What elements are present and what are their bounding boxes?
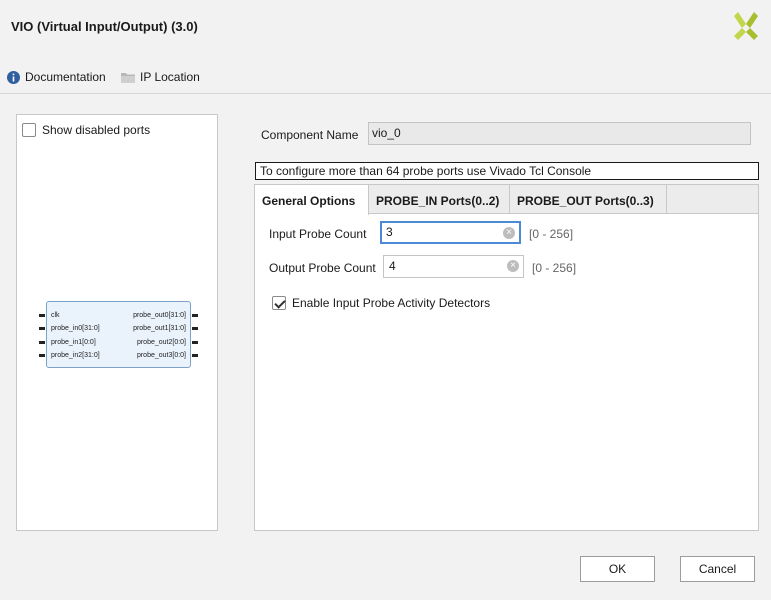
input-probe-count-field[interactable]: 3 × bbox=[380, 221, 521, 244]
port-pin bbox=[39, 327, 45, 330]
input-port-clk: clk bbox=[51, 312, 60, 319]
port-pin bbox=[39, 341, 45, 344]
show-disabled-ports-option[interactable]: Show disabled ports bbox=[22, 123, 150, 137]
tab-container: General Options PROBE_IN Ports(0..2) PRO… bbox=[254, 184, 759, 531]
enable-activity-detectors-label: Enable Input Probe Activity Detectors bbox=[292, 296, 491, 310]
ip-location-label: IP Location bbox=[140, 70, 200, 84]
input-probe-count-label: Input Probe Count bbox=[269, 227, 367, 241]
port-pin bbox=[192, 314, 198, 317]
show-disabled-ports-checkbox[interactable] bbox=[22, 123, 36, 137]
port-pin bbox=[39, 354, 45, 357]
enable-activity-detectors-option[interactable]: Enable Input Probe Activity Detectors bbox=[272, 296, 490, 310]
ip-block-symbol: clk probe_in0[31:0] probe_in1[0:0] probe… bbox=[39, 301, 198, 368]
input-port-probe-in2: probe_in2[31:0] bbox=[51, 352, 100, 359]
output-port-probe-out0: probe_out0[31:0] bbox=[133, 312, 186, 319]
input-port-probe-in1: probe_in1[0:0] bbox=[51, 339, 96, 346]
config-panel: Component Name vio_0 To configure more t… bbox=[254, 114, 760, 534]
tab-strip: General Options PROBE_IN Ports(0..2) PRO… bbox=[255, 185, 758, 215]
window-title: VIO (Virtual Input/Output) (3.0) bbox=[11, 19, 198, 34]
folder-icon bbox=[121, 73, 135, 83]
port-pin bbox=[192, 354, 198, 357]
clear-icon[interactable]: × bbox=[507, 260, 519, 272]
input-port-probe-in0: probe_in0[31:0] bbox=[51, 325, 100, 332]
xilinx-logo bbox=[734, 12, 758, 40]
ip-location-link[interactable]: IP Location bbox=[121, 70, 200, 84]
port-pin bbox=[192, 341, 198, 344]
port-pin bbox=[192, 327, 198, 330]
output-port-probe-out1: probe_out1[31:0] bbox=[133, 325, 186, 332]
output-probe-count-value: 4 bbox=[389, 259, 396, 273]
output-port-probe-out2: probe_out2[0:0] bbox=[136, 339, 186, 346]
tab-probe-in-ports[interactable]: PROBE_IN Ports(0..2) bbox=[369, 185, 510, 214]
port-pin bbox=[39, 314, 45, 317]
output-probe-count-label: Output Probe Count bbox=[269, 261, 376, 275]
tab-general-options[interactable]: General Options bbox=[255, 185, 369, 215]
component-name-input[interactable]: vio_0 bbox=[368, 122, 751, 145]
component-name-label: Component Name bbox=[261, 128, 359, 142]
cancel-button[interactable]: Cancel bbox=[680, 556, 755, 582]
output-probe-count-field[interactable]: 4 × bbox=[383, 255, 524, 278]
show-disabled-ports-label: Show disabled ports bbox=[42, 123, 151, 137]
link-bar: Documentation IP Location bbox=[0, 62, 771, 94]
input-probe-range: [0 - 256] bbox=[529, 227, 574, 241]
symbol-panel: Show disabled ports clk probe_in0[31:0] … bbox=[16, 114, 218, 531]
input-probe-count-value: 3 bbox=[386, 225, 393, 239]
enable-activity-detectors-checkbox[interactable] bbox=[272, 296, 286, 310]
info-icon bbox=[7, 70, 20, 84]
tab-probe-out-ports[interactable]: PROBE_OUT Ports(0..3) bbox=[510, 185, 667, 214]
documentation-link[interactable]: Documentation bbox=[7, 70, 106, 84]
documentation-label: Documentation bbox=[25, 70, 106, 84]
tcl-console-notice: To configure more than 64 probe ports us… bbox=[255, 162, 759, 180]
output-port-probe-out3: probe_out3[0:0] bbox=[136, 352, 186, 359]
output-probe-range: [0 - 256] bbox=[532, 261, 577, 275]
ok-button[interactable]: OK bbox=[580, 556, 655, 582]
clear-icon[interactable]: × bbox=[503, 227, 515, 239]
